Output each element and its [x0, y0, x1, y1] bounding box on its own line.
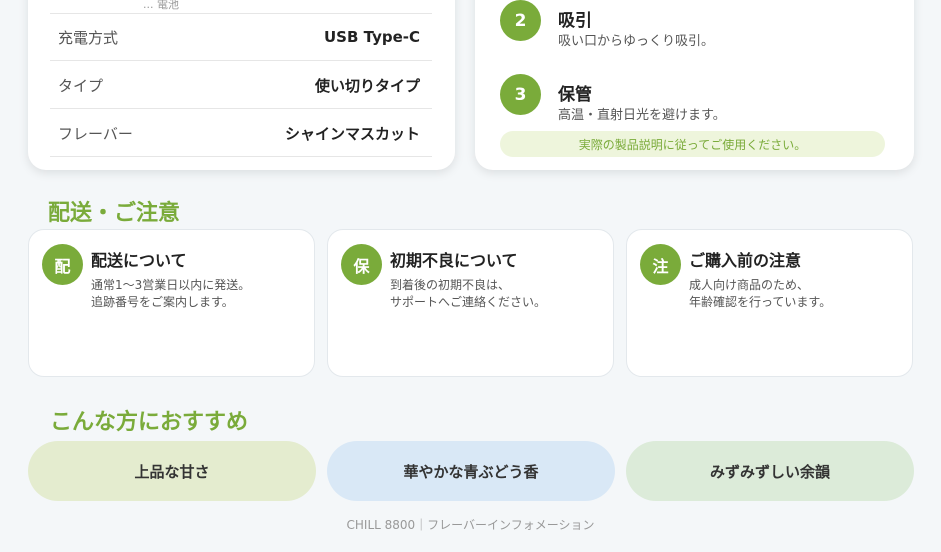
step-title: 吸引 [558, 11, 592, 31]
footer-text: CHILL 8800｜フレーバーインフォメーション [346, 518, 595, 532]
notice-line: 到着後の初期不良は、 [390, 278, 511, 292]
shipping-section-title: 配送・ご注意 [48, 201, 181, 226]
usage-card: 2 吸引 吸い口からゆっくり吸引。 3 保管 高温・直射日光を避けます。 実際の… [475, 0, 914, 170]
step-number-badge: 2 [500, 0, 541, 41]
spec-row-type: タイプ 使い切りタイプ [50, 62, 432, 109]
notice-line: 通常1〜3営業日以内に発送。 [91, 278, 251, 292]
recommend-pill-sweetness: 上品な甘さ [28, 441, 316, 501]
caution-icon: 注 [640, 244, 681, 285]
spec-cut-text: ... 電池 [143, 0, 179, 11]
step-description: 高温・直射日光を避けます。 [558, 108, 726, 123]
step-number-badge: 3 [500, 74, 541, 115]
shipping-icon: 配 [42, 244, 83, 285]
warranty-icon: 保 [341, 244, 382, 285]
recommend-pill-aroma: 華やかな青ぶどう香 [327, 441, 615, 501]
notice-line: 追跡番号をご案内します。 [91, 295, 234, 309]
notice-title: 配送について [91, 251, 187, 270]
notice-title: ご購入前の注意 [689, 251, 802, 270]
step-title: 保管 [558, 85, 592, 105]
notice-line: サポートへご連絡ください。 [390, 295, 547, 309]
recommend-section-title: こんな方におすすめ [50, 410, 249, 435]
notice-card-defect: 保 初期不良について 到着後の初期不良は、 サポートへご連絡ください。 [327, 229, 614, 377]
spec-value: 使い切りタイプ [314, 76, 420, 95]
notice-card-caution: 注 ご購入前の注意 成人向け商品のため、 年齢確認を行っています。 [626, 229, 913, 377]
notice-title: 初期不良について [390, 251, 518, 270]
notice-line: 年齢確認を行っています。 [689, 295, 832, 309]
spec-label: タイプ [58, 76, 104, 95]
spec-row-charging: 充電方式 USB Type-C [50, 14, 432, 61]
spec-value: USB Type-C [323, 28, 420, 46]
notice-line: 成人向け商品のため、 [689, 278, 810, 292]
spec-value: シャインマスカット [284, 124, 420, 143]
spec-row-flavor: フレーバー シャインマスカット [50, 110, 432, 157]
notice-card-shipping: 配 配送について 通常1〜3営業日以内に発送。 追跡番号をご案内します。 [28, 229, 315, 377]
usage-note: 実際の製品説明に従ってご使用ください。 [500, 131, 885, 157]
recommend-pill-aftertaste: みずみずしい余韻 [626, 441, 914, 501]
step-description: 吸い口からゆっくり吸引。 [558, 34, 715, 49]
spec-card: ... 電池 充電方式 USB Type-C タイプ 使い切りタイプ フレーバー… [28, 0, 455, 170]
spec-label: フレーバー [58, 124, 133, 143]
spec-label: 充電方式 [58, 28, 119, 47]
